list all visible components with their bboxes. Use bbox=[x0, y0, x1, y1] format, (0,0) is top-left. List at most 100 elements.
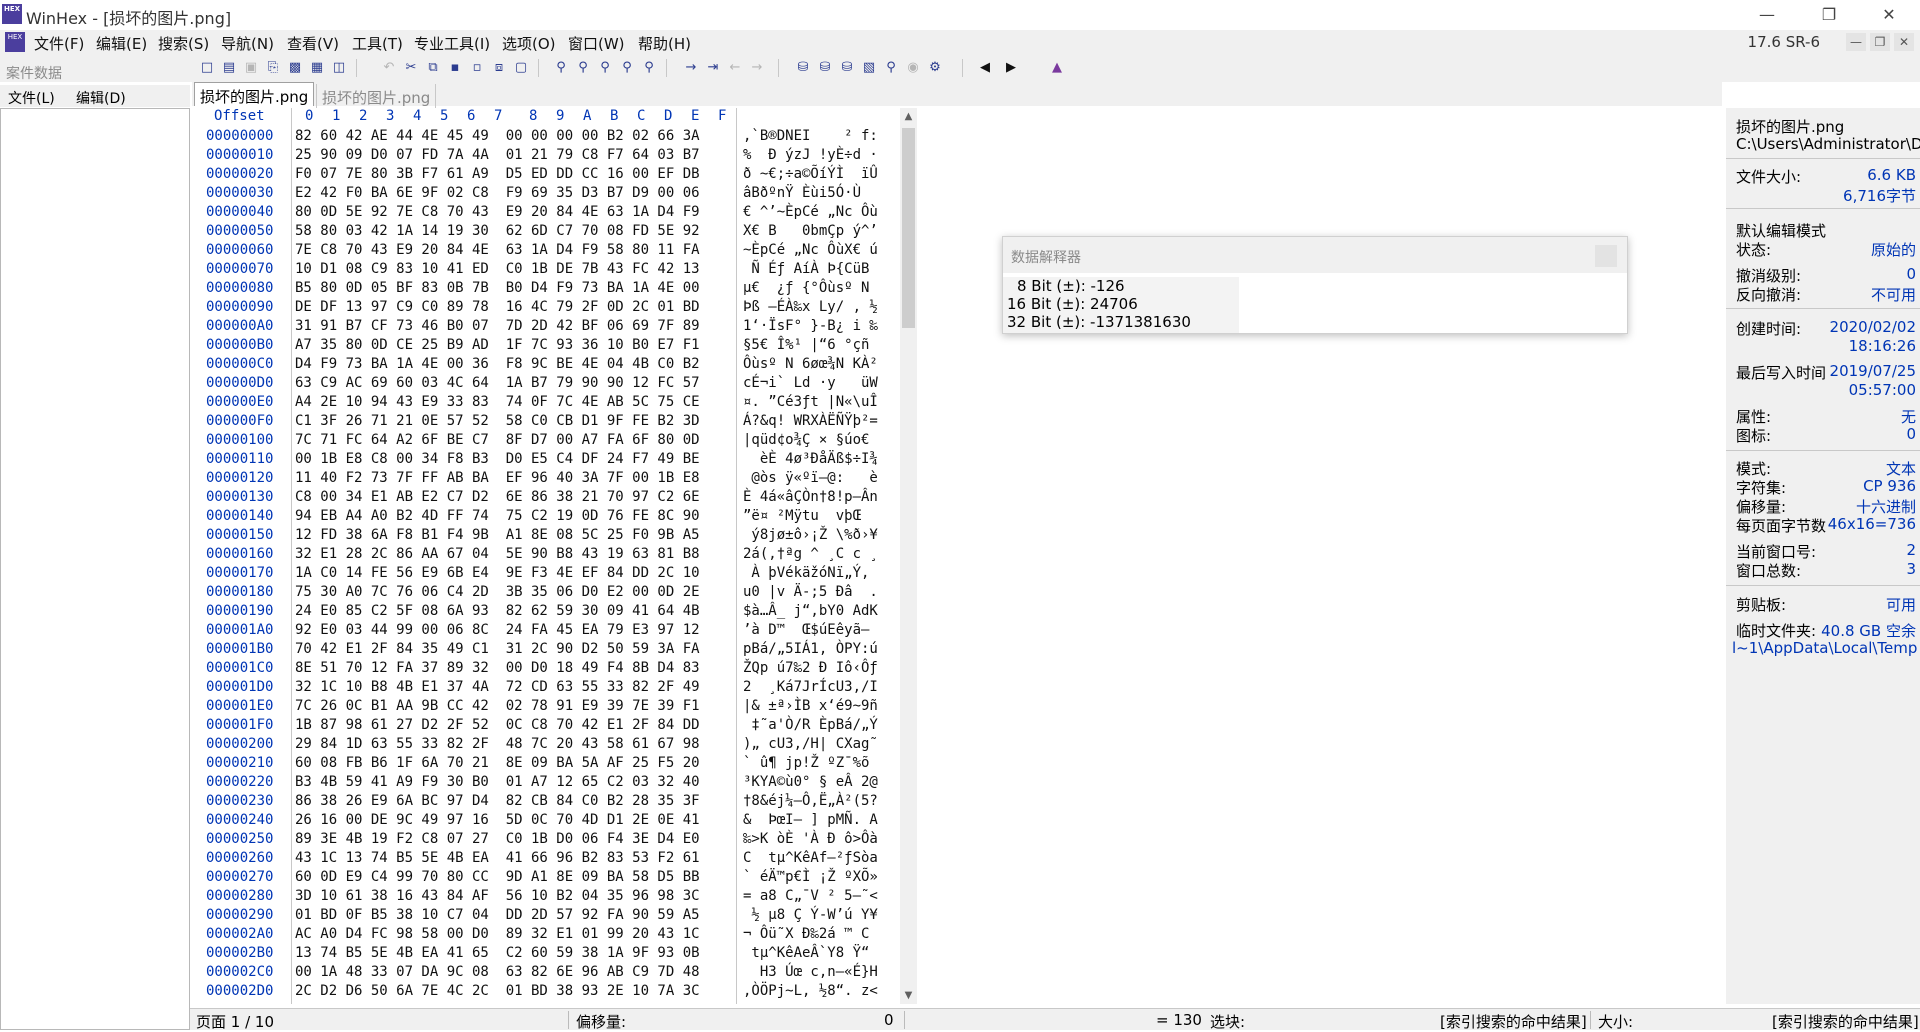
undo-icon[interactable]: ↶ bbox=[380, 59, 398, 77]
hex-row[interactable]: 00000240 26 16 00 DE 9C 49 97 16 5D 0C 70… bbox=[192, 812, 900, 831]
hex-row[interactable]: 000000A0 31 91 B7 CF 73 46 B0 07 7D 2D 42… bbox=[192, 318, 900, 337]
hex-row[interactable]: 00000270 60 0D E9 C4 99 70 80 CC 9D A1 8E… bbox=[192, 869, 900, 888]
save-all-icon[interactable]: ▦ bbox=[308, 59, 326, 77]
row-text[interactable]: % Ð ýzJ !yÈ÷d · bbox=[743, 147, 878, 163]
row-hex[interactable]: 12 FD 38 6A F8 B1 F4 9B A1 8E 08 5C 25 F… bbox=[295, 527, 700, 543]
find-text-icon[interactable]: ⚲ bbox=[552, 59, 570, 77]
row-hex[interactable]: 01 BD 0F B5 38 10 C7 04 DD 2D 57 92 FA 9… bbox=[295, 907, 700, 923]
hex-row[interactable]: 00000290 01 BD 0F B5 38 10 C7 04 DD 2D 57… bbox=[192, 907, 900, 926]
menu-search[interactable]: 搜索(S) bbox=[158, 33, 209, 54]
hex-row[interactable]: 00000250 89 3E 4B 19 F2 C8 07 27 C0 1B D0… bbox=[192, 831, 900, 850]
row-hex[interactable]: 8E 51 70 12 FA 37 89 32 00 D0 18 49 F4 8… bbox=[295, 660, 700, 676]
row-text[interactable]: ð ~€;÷a©ÕíÝÌ ïÛ bbox=[743, 166, 878, 182]
row-text[interactable]: ‰>K òÈ 'À Ð ô>Ôà bbox=[743, 831, 878, 847]
row-hex[interactable]: 1A C0 14 FE 56 E9 6B E4 9E F3 4E EF 84 D… bbox=[295, 565, 700, 581]
row-hex[interactable]: 00 1A 48 33 07 DA 9C 08 63 82 6E 96 AB C… bbox=[295, 964, 700, 980]
settings-icon[interactable]: ⚙ bbox=[926, 59, 944, 77]
hex-row[interactable]: 00000120 11 40 F2 73 7F FF AB BA EF 96 40… bbox=[192, 470, 900, 489]
row-hex[interactable]: 3D 10 61 38 16 43 84 AF 56 10 B2 04 35 9… bbox=[295, 888, 700, 904]
tab-active-file[interactable]: 损坏的图片.png bbox=[194, 82, 315, 106]
row-text[interactable]: ` û¶ jp!Ž ºZ¯%õ bbox=[743, 755, 878, 771]
open-disk-icon[interactable]: ⛁ bbox=[794, 59, 812, 77]
row-hex[interactable]: C1 3F 26 71 21 0E 57 52 58 C0 CB D1 9F F… bbox=[295, 413, 700, 429]
copy-icon[interactable]: ⧉ bbox=[424, 59, 442, 77]
row-hex[interactable]: 00 1B E8 C8 00 34 F8 B3 D0 E5 C4 DF 24 F… bbox=[295, 451, 700, 467]
row-hex[interactable]: 26 16 00 DE 9C 49 97 16 5D 0C 70 4D D1 2… bbox=[295, 812, 700, 828]
tab-other-file[interactable]: 损坏的图片.png bbox=[316, 84, 437, 108]
scroll-up-icon[interactable]: ▲ bbox=[900, 108, 917, 125]
hex-row[interactable]: 000001B0 70 42 E1 2F 84 35 49 C1 31 2C 90… bbox=[192, 641, 900, 660]
next-window-icon[interactable]: ▶ bbox=[1002, 59, 1020, 77]
row-hex[interactable]: 10 D1 08 C9 83 10 41 ED C0 1B DE 7B 43 F… bbox=[295, 261, 700, 277]
row-hex[interactable]: B5 80 0D 05 BF 83 0B 7B B0 D4 F9 73 BA 1… bbox=[295, 280, 700, 296]
menu-file[interactable]: 文件(F) bbox=[34, 33, 84, 54]
row-text[interactable]: ³KYA©ù0° § eÂ 2@ bbox=[743, 774, 878, 790]
hex-row[interactable]: 00000100 7C 71 FC 64 A2 6F BE C7 8F D7 00… bbox=[192, 432, 900, 451]
row-hex[interactable]: 89 3E 4B 19 F2 C8 07 27 C0 1B D0 06 F4 3… bbox=[295, 831, 700, 847]
back-icon[interactable]: ← bbox=[726, 59, 744, 77]
hex-row[interactable]: 000000C0 D4 F9 73 BA 1A 4E 00 36 F8 9C BE… bbox=[192, 356, 900, 375]
row-text[interactable]: Þß —ÉÀ‰x Ly/ , ½ bbox=[743, 299, 878, 315]
row-hex[interactable]: 7C 71 FC 64 A2 6F BE C7 8F D7 00 A7 FA 6… bbox=[295, 432, 700, 448]
row-hex[interactable]: F0 07 7E 80 3B F7 61 A9 D5 ED DD CC 16 0… bbox=[295, 166, 700, 182]
row-text[interactable]: Ñ Éƒ AíÀ Þ{CüB bbox=[743, 261, 878, 277]
row-text[interactable]: X€ B 0bmÇp ý^’ bbox=[743, 223, 878, 239]
row-hex[interactable]: DE DF 13 97 C9 C0 89 78 16 4C 79 2F 0D 2… bbox=[295, 299, 700, 315]
row-hex[interactable]: 7E C8 70 43 E9 20 84 4E 63 1A D4 F9 58 8… bbox=[295, 242, 700, 258]
row-hex[interactable]: B3 4B 59 41 A9 F9 30 B0 01 A7 12 65 C2 0… bbox=[295, 774, 700, 790]
disk-tools-icon[interactable]: ⛁ bbox=[816, 59, 834, 77]
scroll-thumb[interactable] bbox=[902, 128, 915, 328]
menu-edit[interactable]: 编辑(E) bbox=[96, 33, 147, 54]
row-hex[interactable]: AC A0 D4 FC 98 58 00 D0 89 32 E1 01 99 2… bbox=[295, 926, 700, 942]
open-file-icon[interactable]: ▤ bbox=[220, 59, 238, 77]
row-text[interactable]: ,ÒÖPj~L, ½8“. z< bbox=[743, 983, 878, 999]
row-hex[interactable]: 92 E0 03 44 99 00 06 8C 24 FA 45 EA 79 E… bbox=[295, 622, 700, 638]
row-text[interactable]: âBðºnŸ Èùi5Ó·Ù bbox=[743, 185, 878, 201]
row-hex[interactable]: 43 1C 13 74 B5 5E 4B EA 41 66 96 B2 83 5… bbox=[295, 850, 700, 866]
copy-hex-icon[interactable]: ⧈ bbox=[490, 59, 508, 77]
row-text[interactable]: tµ^KêAeÂ`Y8 Ÿ“ bbox=[743, 945, 878, 961]
hex-row[interactable]: 000000D0 63 C9 AC 69 60 03 4C 64 1A B7 79… bbox=[192, 375, 900, 394]
row-text[interactable]: cÉ¬i` Ld ·y üW bbox=[743, 375, 878, 391]
hex-row[interactable]: 000001C0 8E 51 70 12 FA 37 89 32 00 D0 18… bbox=[192, 660, 900, 679]
row-hex[interactable]: 24 E0 85 C2 5F 08 6A 93 82 62 59 30 09 4… bbox=[295, 603, 700, 619]
hex-row[interactable]: 000002D0 2C D2 D6 50 6A 7E 4C 2C 01 BD 38… bbox=[192, 983, 900, 1002]
row-text[interactable]: ¤. ”Cé3ƒt |N«\uÎ bbox=[743, 394, 878, 410]
cut-icon[interactable]: ✂ bbox=[402, 59, 420, 77]
data-interpreter-window[interactable]: 数据解释器 8 Bit (±): -126 16 Bit (±): 24706 … bbox=[1002, 236, 1628, 334]
hex-row[interactable]: 00000210 60 08 FB B6 1F 6A 70 21 8E 09 BA… bbox=[192, 755, 900, 774]
row-hex[interactable]: 11 40 F2 73 7F FF AB BA EF 96 40 3A 7F 0… bbox=[295, 470, 700, 486]
find-hex-icon[interactable]: ⚲ bbox=[574, 59, 592, 77]
row-text[interactable]: |qüd¢o¾Ç × §úo€ bbox=[743, 432, 878, 448]
close-icon[interactable]: ✕ bbox=[1866, 2, 1912, 28]
menu-window[interactable]: 窗口(W) bbox=[568, 33, 625, 54]
hex-row[interactable]: 00000090 DE DF 13 97 C9 C0 89 78 16 4C 79… bbox=[192, 299, 900, 318]
hex-editor[interactable]: 00000000 82 60 42 AE 44 4E 45 49 00 00 00… bbox=[192, 128, 900, 1004]
replace-hex-icon[interactable]: ⚲ bbox=[618, 59, 636, 77]
hex-row[interactable]: 000000B0 A7 35 80 0D CE 25 B9 AD 1F 7C 93… bbox=[192, 337, 900, 356]
save-icon[interactable]: ▣ bbox=[242, 59, 260, 77]
row-hex[interactable]: 63 C9 AC 69 60 03 4C 64 1A B7 79 90 90 1… bbox=[295, 375, 700, 391]
row-hex[interactable]: 29 84 1D 63 55 33 82 2F 48 7C 20 43 58 6… bbox=[295, 736, 700, 752]
row-text[interactable]: ”ë¤ ²Mÿtu vþŒ bbox=[743, 508, 869, 524]
row-text[interactable]: ŽQp ú7‰2 Ð Iô‹Ôƒ bbox=[743, 660, 878, 676]
row-text[interactable]: 2á(,†ªg ^ ¸C c ¸ bbox=[743, 546, 878, 562]
print-icon[interactable]: ⎘ bbox=[264, 59, 282, 77]
prev-window-icon[interactable]: ◀ bbox=[976, 59, 994, 77]
row-text[interactable]: ‚`B®DNEI ² f: bbox=[743, 128, 878, 144]
row-text[interactable]: µ€ ¿ƒ {°Ôùsº N bbox=[743, 280, 878, 296]
hex-row[interactable]: 00000070 10 D1 08 C9 83 10 41 ED C0 1B DE… bbox=[192, 261, 900, 280]
row-text[interactable]: pBá/„5IÁ1, ÒPY:ú bbox=[743, 641, 878, 657]
menu-navigate[interactable]: 导航(N) bbox=[221, 33, 274, 54]
hex-row[interactable]: 000001E0 7C 26 0C B1 AA 9B CC 42 02 78 91… bbox=[192, 698, 900, 717]
row-hex[interactable]: A7 35 80 0D CE 25 B9 AD 1F 7C 93 36 10 B… bbox=[295, 337, 700, 353]
hex-row[interactable]: 00000280 3D 10 61 38 16 43 84 AF 56 10 B2… bbox=[192, 888, 900, 907]
row-hex[interactable]: 2C D2 D6 50 6A 7E 4C 2C 01 BD 38 93 2E 1… bbox=[295, 983, 700, 999]
menu-pro-tools[interactable]: 专业工具(I) bbox=[414, 33, 490, 54]
case-file-menu[interactable]: 文件(L) bbox=[8, 88, 55, 108]
replace-text-icon[interactable]: ⚲ bbox=[596, 59, 614, 77]
paste-icon[interactable]: ▪ bbox=[446, 59, 464, 77]
hex-row[interactable]: 000002C0 00 1A 48 33 07 DA 9C 08 63 82 6E… bbox=[192, 964, 900, 983]
forward-icon[interactable]: → bbox=[748, 59, 766, 77]
hex-row[interactable]: 00000080 B5 80 0D 05 BF 83 0B 7B B0 D4 F9… bbox=[192, 280, 900, 299]
